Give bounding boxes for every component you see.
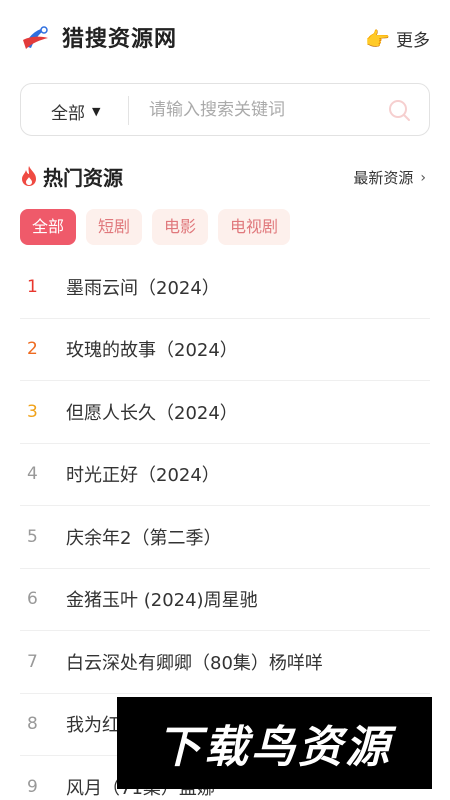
hot-section-header: 热门资源 最新资源 › <box>20 162 430 192</box>
search-bar: 全部 ▼ <box>20 83 430 136</box>
resource-title: 我为红 <box>66 715 120 737</box>
list-item[interactable]: 4 时光正好（2024） <box>20 444 430 506</box>
tab-all[interactable]: 全部 <box>20 209 77 245</box>
rank-number: 8 <box>27 714 38 735</box>
more-label: 更多 <box>396 31 430 51</box>
list-item[interactable]: 7 白云深处有卿卿（80集）杨咩咩 <box>20 631 430 694</box>
rank-number: 4 <box>27 464 38 485</box>
app-header: 猎搜资源网 👉 更多 <box>0 0 450 76</box>
resource-title: 庆余年2（第二季） <box>66 527 222 549</box>
caret-down-icon: ▼ <box>92 105 101 118</box>
rank-number: 3 <box>27 401 38 422</box>
resource-title: 时光正好（2024） <box>66 465 220 487</box>
rank-number: 1 <box>27 276 38 297</box>
fire-icon <box>22 166 36 186</box>
chevron-right-icon: › <box>420 169 426 186</box>
search-divider <box>128 96 129 125</box>
tab-tv-series[interactable]: 电视剧 <box>218 209 291 245</box>
pointing-hand-icon: 👉 <box>365 26 390 51</box>
watermark-overlay: 下载鸟资源 <box>117 697 432 789</box>
resource-title: 玫瑰的故事（2024） <box>66 340 238 362</box>
list-item[interactable]: 3 但愿人长久（2024） <box>20 381 430 444</box>
resource-title: 墨雨云间（2024） <box>66 277 220 299</box>
rank-number: 2 <box>27 339 38 360</box>
more-button[interactable]: 👉 更多 <box>365 26 430 52</box>
search-scope-dropdown[interactable]: 全部 ▼ <box>51 99 100 124</box>
hot-section-title: 热门资源 <box>43 166 123 190</box>
category-tabs: 全部 短剧 电影 电视剧 <box>20 209 291 245</box>
tab-movie[interactable]: 电影 <box>152 209 209 245</box>
latest-resources-link[interactable]: 最新资源 › <box>353 167 426 188</box>
watermark-text: 下载鸟资源 <box>157 722 392 773</box>
search-icon[interactable] <box>387 98 411 122</box>
search-input[interactable] <box>149 94 379 126</box>
tab-short-drama[interactable]: 短剧 <box>86 209 143 245</box>
resource-title: 金猪玉叶 (2024)周星驰 <box>66 590 258 612</box>
rank-number: 6 <box>27 589 38 610</box>
search-scope-label: 全部 <box>51 104 85 124</box>
resource-title: 白云深处有卿卿（80集）杨咩咩 <box>66 652 323 674</box>
rank-number: 9 <box>27 777 38 798</box>
app-title: 猎搜资源网 <box>62 27 178 52</box>
rank-number: 7 <box>27 651 38 672</box>
list-item[interactable]: 6 金猪玉叶 (2024)周星驰 <box>20 569 430 631</box>
rank-number: 5 <box>27 526 38 547</box>
latest-resources-label: 最新资源 <box>353 169 414 187</box>
site-logo-icon <box>23 26 48 49</box>
list-item[interactable]: 1 墨雨云间（2024） <box>20 256 430 319</box>
resource-title: 但愿人长久（2024） <box>66 402 238 424</box>
list-item[interactable]: 2 玫瑰的故事（2024） <box>20 319 430 381</box>
list-item[interactable]: 5 庆余年2（第二季） <box>20 506 430 569</box>
